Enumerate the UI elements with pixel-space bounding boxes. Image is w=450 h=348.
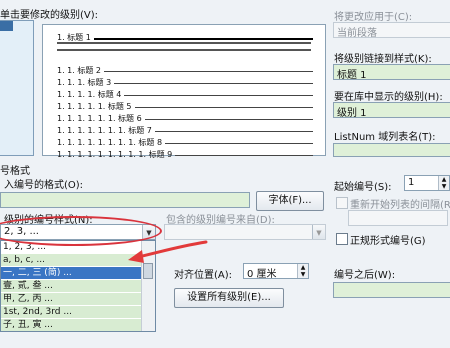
preview-level-row: 1. 1. 1. 标题 3 — [57, 78, 313, 88]
preview-level-text: 1. 1. 1. 1. 1. 1. 1. 1. 标题 8 — [57, 138, 163, 147]
preview-level-row: 1. 1. 1. 1. 标题 4 — [57, 90, 313, 100]
gallery-level-dropdown[interactable]: 级别 1 — [333, 102, 450, 119]
annotation-arrow — [128, 240, 208, 263]
number-style-option[interactable]: 子, 丑, 寅 ... — [1, 319, 143, 331]
preview-level-row: 1. 1. 标题 2 — [57, 66, 313, 76]
listnum-input[interactable] — [333, 143, 450, 157]
preview-level-text: 1. 1. 标题 2 — [57, 66, 101, 75]
number-format-label: 入编号的格式(O): — [4, 180, 84, 191]
preview-level-line — [124, 95, 313, 96]
preview-level-line — [114, 83, 313, 84]
align-label: 对齐位置(A): — [174, 270, 233, 281]
preview-level-row: 1. 1. 1. 1. 1. 1. 1. 标题 7 — [57, 126, 313, 136]
number-format-section-title: 号格式 — [0, 166, 30, 177]
follow-number-dropdown[interactable] — [333, 282, 450, 298]
spinner-icon[interactable]: ▲ ▼ — [297, 264, 308, 278]
preview-level-text: 1. 1. 1. 标题 3 — [57, 78, 112, 87]
preview-level-row: 1. 1. 1. 1. 1. 1. 1. 1. 标题 8 — [57, 138, 313, 148]
preview-level-line — [144, 119, 313, 120]
preview-level-line — [165, 143, 313, 144]
preview-level-text: 1. 1. 1. 1. 1. 1. 1. 标题 7 — [57, 126, 152, 135]
link-style-label: 将级别链接到样式(K): — [334, 54, 432, 65]
number-style-option[interactable]: 甲, 乙, 丙 ... — [1, 293, 143, 305]
start-at-label: 起始编号(S): — [334, 182, 392, 193]
level-picker-label: 单击要修改的级别(V): — [0, 10, 99, 21]
chevron-down-icon[interactable]: ▼ — [312, 225, 325, 239]
link-style-value: 标题 1 — [337, 70, 367, 81]
restart-label: 重新开始列表的间隔(R): — [350, 200, 450, 211]
gallery-level-value: 级别 1 — [337, 108, 367, 119]
number-style-option[interactable]: 壹, 贰, 叁 ... — [1, 280, 143, 292]
listnum-label: ListNum 域列表名(T): — [334, 132, 436, 143]
legal-numbering-label: 正规形式编号(G) — [350, 236, 426, 247]
preview-thick-line — [57, 42, 311, 44]
preview-level-text: 1. 1. 1. 1. 标题 4 — [57, 90, 122, 99]
start-at-input[interactable]: 1 ▲ ▼ — [404, 175, 450, 191]
preview-level-row: 1. 1. 1. 1. 1. 1. 1. 1. 1. 标题 9 — [57, 150, 313, 160]
align-input[interactable]: 0 厘米 ▲ ▼ — [243, 263, 309, 280]
restart-checkbox[interactable] — [336, 197, 348, 209]
gallery-level-label: 要在库中显示的级别(H): — [334, 92, 443, 103]
apply-to-dropdown[interactable]: 当前段落 — [333, 22, 450, 39]
preview-level-line — [154, 131, 313, 132]
apply-to-value: 当前段落 — [337, 28, 377, 39]
level-list[interactable] — [0, 20, 34, 156]
preview-level-text: 1. 1. 1. 1. 1. 1. 标题 6 — [57, 114, 142, 123]
spinner-icon[interactable]: ▲ ▼ — [438, 176, 449, 190]
preview-level-line — [93, 38, 313, 40]
font-button[interactable]: 字体(F)... — [256, 191, 324, 211]
legal-numbering-checkbox[interactable] — [336, 233, 348, 245]
preview-level-text: 1. 1. 1. 1. 1. 1. 1. 1. 1. 标题 9 — [57, 150, 173, 159]
level-list-selection — [0, 21, 13, 31]
numbering-preview: 1. 标题 1 1. 1. 标题 2 1. 1. 1. 标题 3 1. 1. 1. 1… — [42, 24, 326, 159]
number-style-option[interactable]: 1st, 2nd, 3rd ... — [1, 306, 143, 318]
set-all-levels-button[interactable]: 设置所有级别(E)... — [174, 288, 284, 308]
link-style-dropdown[interactable]: 标题 1 — [333, 64, 450, 81]
number-style-option[interactable]: 一, 二, 三 (简) ... — [1, 267, 143, 279]
follow-number-label: 编号之后(W): — [334, 270, 396, 281]
preview-level-line — [103, 71, 313, 72]
preview-level-line — [134, 107, 313, 108]
number-format-input[interactable] — [0, 192, 250, 208]
align-value: 0 厘米 — [247, 269, 277, 280]
apply-to-label: 将更改应用于(C): — [334, 12, 413, 23]
preview-thick-line — [57, 49, 311, 51]
preview-level-text: 1. 1. 1. 1. 1. 标题 5 — [57, 102, 132, 111]
restart-dropdown[interactable] — [348, 210, 448, 226]
preview-level-row: 1. 1. 1. 1. 1. 标题 5 — [57, 102, 313, 112]
start-at-value: 1 — [408, 177, 415, 188]
preview-level-line — [175, 155, 313, 156]
preview-level-row: 1. 1. 1. 1. 1. 1. 标题 6 — [57, 114, 313, 124]
